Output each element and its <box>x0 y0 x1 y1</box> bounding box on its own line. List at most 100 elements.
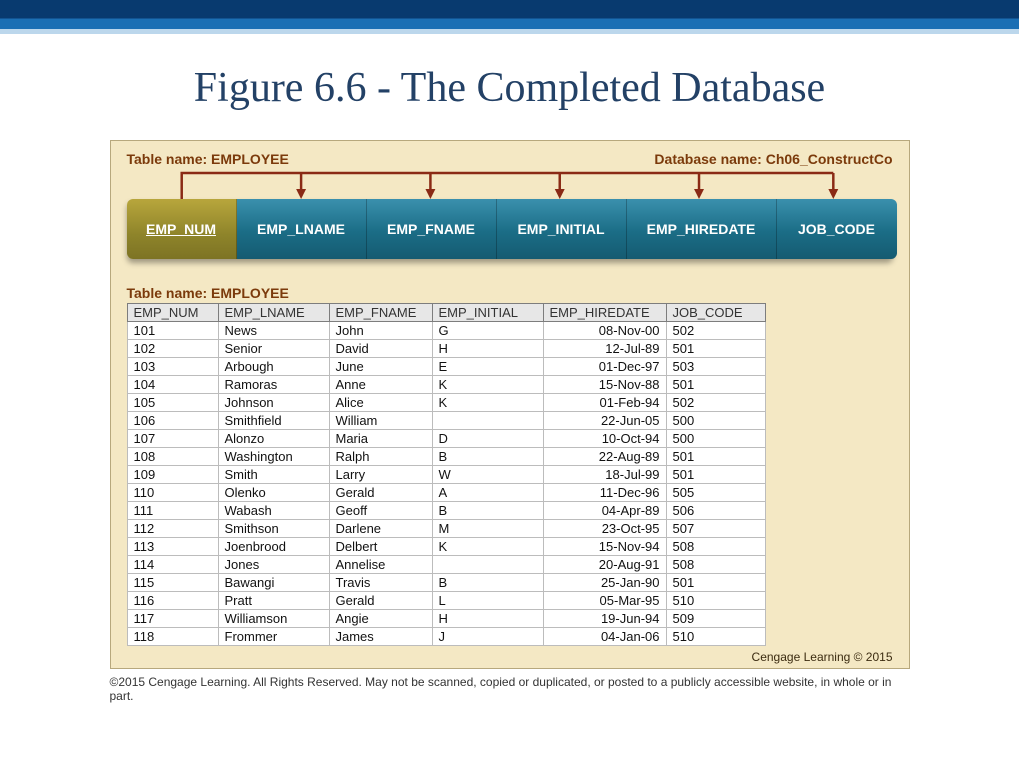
cell: 510 <box>666 592 765 610</box>
table-name: EMPLOYEE <box>211 151 289 167</box>
cell: Wabash <box>218 502 329 520</box>
cell: K <box>432 538 543 556</box>
cell: H <box>432 340 543 358</box>
table-row: 107AlonzoMariaD10-Oct-94500 <box>127 430 765 448</box>
cell: Smith <box>218 466 329 484</box>
cell: Annelise <box>329 556 432 574</box>
cell: 501 <box>666 574 765 592</box>
cell: Smithson <box>218 520 329 538</box>
cell: 501 <box>666 466 765 484</box>
cell: 117 <box>127 610 218 628</box>
cell: Delbert <box>329 538 432 556</box>
cell: 20-Aug-91 <box>543 556 666 574</box>
cell: 114 <box>127 556 218 574</box>
cell: L <box>432 592 543 610</box>
cell: 12-Jul-89 <box>543 340 666 358</box>
cell: June <box>329 358 432 376</box>
table-row: 110OlenkoGeraldA11-Dec-96505 <box>127 484 765 502</box>
figure-meta: Table name: EMPLOYEE Database name: Ch06… <box>127 151 893 167</box>
cell: Ramoras <box>218 376 329 394</box>
cell: J <box>432 628 543 646</box>
cell: 104 <box>127 376 218 394</box>
cell: B <box>432 448 543 466</box>
cell: William <box>329 412 432 430</box>
cell: E <box>432 358 543 376</box>
cell: 10-Oct-94 <box>543 430 666 448</box>
cell: 501 <box>666 340 765 358</box>
cell: Pratt <box>218 592 329 610</box>
th-emp-initial: EMP_INITIAL <box>432 304 543 322</box>
cell: 113 <box>127 538 218 556</box>
cell: 112 <box>127 520 218 538</box>
table-row: 102SeniorDavidH12-Jul-89501 <box>127 340 765 358</box>
cell: 01-Feb-94 <box>543 394 666 412</box>
figure-frame: Table name: EMPLOYEE Database name: Ch06… <box>110 140 910 669</box>
cell: M <box>432 520 543 538</box>
cell: 116 <box>127 592 218 610</box>
table-row: 104RamorasAnneK15-Nov-88501 <box>127 376 765 394</box>
cell: David <box>329 340 432 358</box>
table-row: 103ArboughJuneE01-Dec-97503 <box>127 358 765 376</box>
cell: Smithfield <box>218 412 329 430</box>
cell: 118 <box>127 628 218 646</box>
cell: K <box>432 394 543 412</box>
cell: 01-Dec-97 <box>543 358 666 376</box>
table-row: 106SmithfieldWilliam22-Jun-05500 <box>127 412 765 430</box>
cell: Alonzo <box>218 430 329 448</box>
cell: 18-Jul-99 <box>543 466 666 484</box>
copyright-footer: ©2015 Cengage Learning. All Rights Reser… <box>110 675 910 703</box>
cell: Joenbrood <box>218 538 329 556</box>
cell: Williamson <box>218 610 329 628</box>
cell: 106 <box>127 412 218 430</box>
schema-col-emp-initial: EMP_INITIAL <box>497 199 627 259</box>
table-row: 109SmithLarryW18-Jul-99501 <box>127 466 765 484</box>
cell: 506 <box>666 502 765 520</box>
cell: 19-Jun-94 <box>543 610 666 628</box>
table-row: 113JoenbroodDelbertK15-Nov-94508 <box>127 538 765 556</box>
cell: W <box>432 466 543 484</box>
cell: 103 <box>127 358 218 376</box>
table-row: 117WilliamsonAngieH19-Jun-94509 <box>127 610 765 628</box>
cell: Larry <box>329 466 432 484</box>
cell: Jones <box>218 556 329 574</box>
table-row: 116PrattGeraldL05-Mar-95510 <box>127 592 765 610</box>
db-name-label: Database name: <box>654 151 765 167</box>
cell: 507 <box>666 520 765 538</box>
cell: 509 <box>666 610 765 628</box>
slide-accent-bar <box>0 0 1019 34</box>
cell: 22-Aug-89 <box>543 448 666 466</box>
cell: Washington <box>218 448 329 466</box>
cell: Bawangi <box>218 574 329 592</box>
cell: 05-Mar-95 <box>543 592 666 610</box>
table-row: 108WashingtonRalphB22-Aug-89501 <box>127 448 765 466</box>
cell: Geoff <box>329 502 432 520</box>
schema-diagram: EMP_NUM EMP_LNAME EMP_FNAME EMP_INITIAL … <box>127 199 893 259</box>
cell: Travis <box>329 574 432 592</box>
figure-credit: Cengage Learning © 2015 <box>127 650 893 664</box>
cell: 508 <box>666 538 765 556</box>
cell: 502 <box>666 322 765 340</box>
cell: 500 <box>666 412 765 430</box>
cell: G <box>432 322 543 340</box>
cell: John <box>329 322 432 340</box>
cell: 04-Jan-06 <box>543 628 666 646</box>
cell: B <box>432 574 543 592</box>
cell: 503 <box>666 358 765 376</box>
table-row: 101NewsJohnG08-Nov-00502 <box>127 322 765 340</box>
slide-title: Figure 6.6 - The Completed Database <box>0 64 1019 112</box>
cell: Olenko <box>218 484 329 502</box>
table-row: 111WabashGeoffB04-Apr-89506 <box>127 502 765 520</box>
cell: 04-Apr-89 <box>543 502 666 520</box>
cell: Frommer <box>218 628 329 646</box>
cell: Ralph <box>329 448 432 466</box>
cell: 101 <box>127 322 218 340</box>
schema-col-emp-hiredate: EMP_HIREDATE <box>627 199 777 259</box>
cell: Maria <box>329 430 432 448</box>
cell: Arbough <box>218 358 329 376</box>
cell: 110 <box>127 484 218 502</box>
cell: 25-Jan-90 <box>543 574 666 592</box>
cell: Alice <box>329 394 432 412</box>
table-row: 112SmithsonDarleneM23-Oct-95507 <box>127 520 765 538</box>
table-row: 118FrommerJamesJ04-Jan-06510 <box>127 628 765 646</box>
cell: Gerald <box>329 592 432 610</box>
